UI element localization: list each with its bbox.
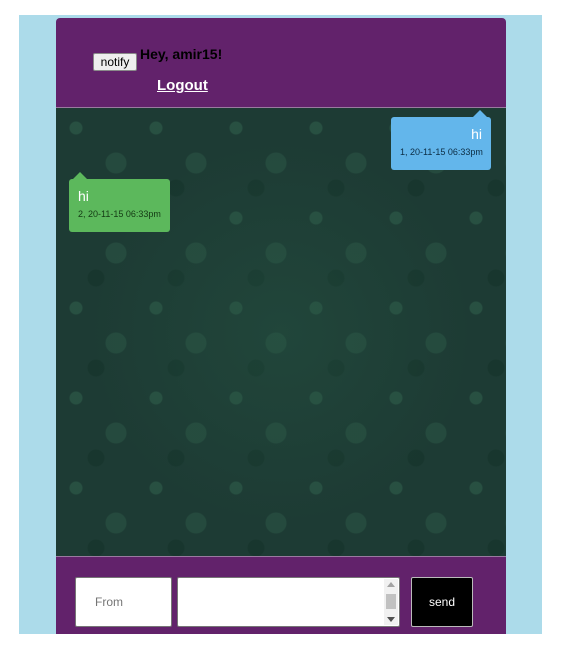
message-textarea[interactable] — [177, 577, 400, 627]
scroll-up-arrow-icon[interactable] — [387, 582, 395, 587]
scroll-down-arrow-icon[interactable] — [387, 617, 395, 622]
logout-link[interactable]: Logout — [157, 77, 208, 94]
from-input[interactable] — [75, 577, 172, 627]
chat-header: notify Hey, amir15! Logout — [56, 18, 506, 107]
message-area[interactable]: hi 1, 20-11-15 06:33pm hi 2, 20-11-15 06… — [56, 107, 506, 557]
greeting-text: Hey, amir15! — [140, 46, 223, 62]
notify-button[interactable]: notify — [93, 53, 137, 71]
message-text: hi — [471, 126, 482, 142]
composer-bar: send — [56, 557, 506, 634]
message-bubble-received: hi 2, 20-11-15 06:33pm — [69, 172, 170, 232]
message-meta: 1, 20-11-15 06:33pm — [400, 147, 483, 157]
message-text: hi — [78, 188, 89, 204]
message-meta: 2, 20-11-15 06:33pm — [78, 209, 161, 219]
send-button[interactable]: send — [411, 577, 473, 627]
scroll-thumb[interactable] — [386, 594, 396, 609]
message-bubble-sent: hi 1, 20-11-15 06:33pm — [391, 110, 491, 170]
textarea-scrollbar[interactable] — [384, 579, 398, 625]
chat-app-panel: notify Hey, amir15! Logout hi 1, 20-11-1… — [56, 18, 506, 634]
